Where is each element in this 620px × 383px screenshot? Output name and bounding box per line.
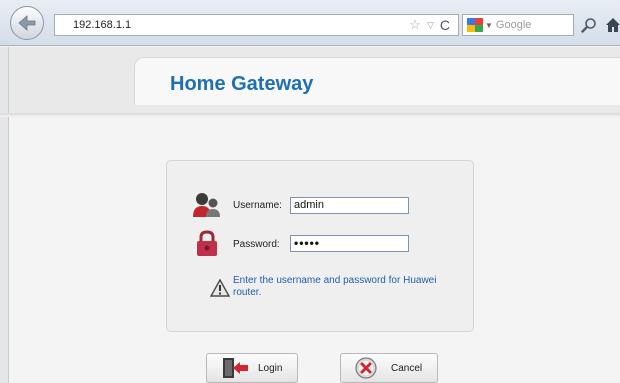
password-value: ••••• [294,236,321,250]
header-divider [0,113,620,117]
warning-icon [210,279,230,297]
password-label: Password: [233,239,280,250]
cancel-button-label: Cancel [391,362,423,374]
dropmarker-icon[interactable]: ▽ [427,20,434,31]
back-arrow-icon [18,15,36,31]
url-bar-controls: ☆ ▽ C [369,14,459,36]
door-arrow-icon [223,358,248,378]
lock-icon [197,230,217,256]
password-field[interactable]: ••••• [290,235,409,252]
username-label: Username: [233,200,282,211]
url-text: 192.168.1.1 [73,19,132,31]
login-button-label: Login [258,362,283,374]
cancel-button[interactable]: Cancel [340,353,438,383]
cancel-icon [355,357,377,379]
home-button[interactable] [602,14,620,36]
reload-icon[interactable]: C [440,17,450,33]
star-icon[interactable]: ☆ [409,17,421,33]
page-left-edge [0,47,9,383]
back-button[interactable] [10,6,44,40]
home-icon [606,18,620,32]
login-button[interactable]: Login [206,353,298,383]
url-bar[interactable]: 192.168.1.1 [54,14,369,36]
search-placeholder: Google [495,19,532,31]
engine-dropdown-icon[interactable]: ▼ [485,21,493,30]
user-icon [193,193,220,217]
login-hint: Enter the username and password for Huaw… [233,275,437,298]
username-value: admin [294,199,324,211]
search-button[interactable] [578,14,600,36]
magnifier-icon [581,18,596,33]
google-icon[interactable] [467,18,483,32]
page-title: Home Gateway [170,73,314,95]
search-bar[interactable]: ▼ Google [462,14,574,36]
username-field[interactable]: admin [290,197,409,214]
